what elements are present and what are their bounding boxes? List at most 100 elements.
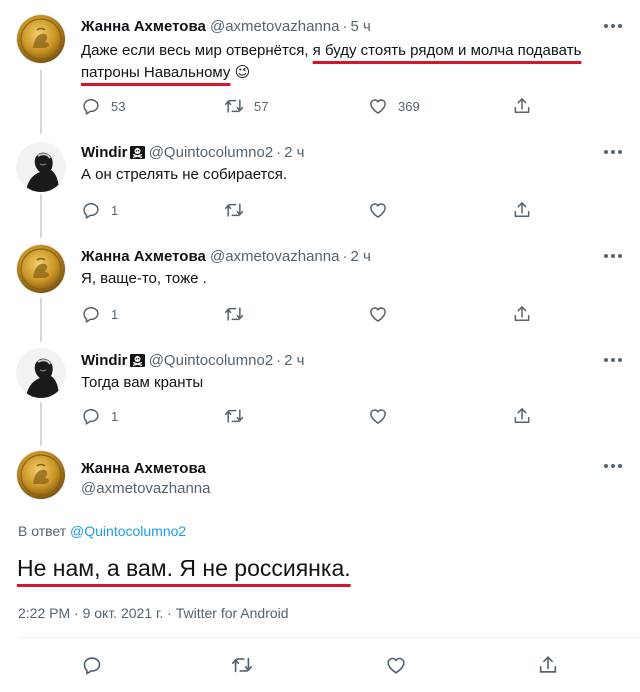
author-name[interactable]: Windir xyxy=(81,352,128,369)
avatar[interactable] xyxy=(16,14,66,64)
author-name[interactable]: Windir xyxy=(81,144,128,161)
reply-button[interactable]: 1 xyxy=(81,304,118,324)
reply-icon xyxy=(81,406,101,426)
author-handle[interactable]: @axmetovazhanna xyxy=(210,248,339,265)
share-button[interactable] xyxy=(512,406,532,426)
more-icon[interactable] xyxy=(604,150,622,156)
share-button[interactable] xyxy=(512,304,532,324)
heart-icon xyxy=(368,406,388,426)
author-handle[interactable]: @Quintocolumno2 xyxy=(149,144,273,161)
tweet-actions: 1 xyxy=(81,200,541,220)
like-button[interactable]: 369 xyxy=(368,96,420,116)
share-icon xyxy=(512,96,532,116)
more-icon[interactable] xyxy=(604,254,622,260)
main-tweet-text: Не нам, а вам. Я не россиянка. xyxy=(17,555,351,581)
retweet-button[interactable] xyxy=(231,654,253,676)
separator-dot: · xyxy=(342,18,348,35)
tweet-header: Жанна Ахметова @axmetovazhanna · 2 ч xyxy=(81,248,371,266)
retweet-icon xyxy=(224,96,244,116)
divider xyxy=(18,637,640,638)
like-button[interactable] xyxy=(368,406,388,426)
author-name[interactable]: Жанна Ахметова xyxy=(81,460,206,477)
retweet-button[interactable] xyxy=(224,406,244,426)
more-icon[interactable] xyxy=(604,24,622,30)
retweet-button[interactable] xyxy=(224,200,244,220)
tweet-time[interactable]: 2 ч xyxy=(284,144,304,161)
retweet-button[interactable] xyxy=(224,304,244,324)
reply-button[interactable]: 1 xyxy=(81,406,118,426)
tweet[interactable]: Windir @Quintocolumno2 · 2 ч А он стрелять… xyxy=(0,132,640,232)
tweet[interactable]: Windir @Quintocolumno2 · 2 ч Тогда вам кра… xyxy=(0,340,640,440)
tweet-text: А он стрелять не собирается. xyxy=(81,166,288,183)
tweet-actions: 53 57 369 xyxy=(81,96,541,116)
retweet-icon xyxy=(231,654,253,676)
tweet-header: Windir @Quintocolumno2 · 2 ч xyxy=(81,352,305,370)
tweet-actions: 1 xyxy=(81,406,541,426)
reply-count: 1 xyxy=(111,306,119,322)
author-name[interactable]: Жанна Ахметова xyxy=(81,18,206,35)
share-icon xyxy=(512,200,532,220)
author-handle[interactable]: @axmetovazhanna xyxy=(81,480,210,497)
share-button[interactable] xyxy=(537,654,559,676)
tweet-text: Даже если весь мир отвернётся, я буду ст… xyxy=(81,40,610,84)
like-button[interactable] xyxy=(368,200,388,220)
like-button[interactable] xyxy=(368,304,388,324)
tweet[interactable]: Жанна Ахметова @axmetovazhanna · 5 ч Даже … xyxy=(0,0,640,130)
wink-emoji: 😉 xyxy=(234,64,251,81)
tweet-header: Жанна Ахметова @axmetovazhanna · 5 ч xyxy=(81,18,371,36)
tweet-text-underlined: патроны Навальному xyxy=(81,64,231,81)
reply-button[interactable]: 53 xyxy=(81,96,125,116)
avatar[interactable] xyxy=(16,244,66,294)
reply-icon xyxy=(81,96,101,116)
reply-icon xyxy=(81,654,103,676)
reply-icon xyxy=(81,200,101,220)
skull-crossbones-icon xyxy=(130,354,145,367)
tweet-time[interactable]: 2 ч xyxy=(350,248,370,265)
retweet-icon xyxy=(224,304,244,324)
reply-count: 1 xyxy=(111,202,119,218)
tweet-text: Тогда вам кранты xyxy=(81,374,204,391)
heart-icon xyxy=(368,200,388,220)
reply-context: В ответ @Quintocolumno2 xyxy=(18,523,186,539)
main-tweet-actions xyxy=(0,654,640,678)
reply-button[interactable] xyxy=(81,654,103,676)
separator-dot: · xyxy=(276,144,282,161)
tweet-text-part: Даже если весь мир отвернётся, xyxy=(81,42,313,59)
reply-count: 53 xyxy=(111,98,126,114)
tweet-text: Я, ваще-то, тоже . xyxy=(81,270,207,287)
avatar[interactable] xyxy=(16,450,66,500)
tweet[interactable]: Жанна Ахметова @axmetovazhanna · 2 ч Я, ва… xyxy=(0,236,640,336)
retweet-count: 57 xyxy=(254,98,269,114)
like-button[interactable] xyxy=(385,654,407,676)
share-button[interactable] xyxy=(512,96,532,116)
avatar[interactable] xyxy=(16,348,66,398)
separator-dot: · xyxy=(342,248,348,265)
tweet-actions: 1 xyxy=(81,304,541,324)
more-icon[interactable] xyxy=(604,358,622,364)
share-icon xyxy=(537,654,559,676)
reply-icon xyxy=(81,304,101,324)
avatar[interactable] xyxy=(16,142,66,192)
share-button[interactable] xyxy=(512,200,532,220)
reply-button[interactable]: 1 xyxy=(81,200,118,220)
author-name[interactable]: Жанна Ахметова xyxy=(81,248,206,265)
retweet-icon xyxy=(224,200,244,220)
heart-icon xyxy=(368,304,388,324)
author-handle[interactable]: @Quintocolumno2 xyxy=(149,352,273,369)
retweet-button[interactable]: 57 xyxy=(224,96,268,116)
reply-to-link[interactable]: @Quintocolumno2 xyxy=(70,523,186,539)
reply-prefix: В ответ xyxy=(18,523,71,539)
heart-icon xyxy=(385,654,407,676)
tweet-time[interactable]: 2 ч xyxy=(284,352,304,369)
share-icon xyxy=(512,406,532,426)
tweet-time[interactable]: 5 ч xyxy=(350,18,370,35)
like-count: 369 xyxy=(398,98,420,114)
share-icon xyxy=(512,304,532,324)
author-handle[interactable]: @axmetovazhanna xyxy=(210,18,339,35)
reply-count: 1 xyxy=(111,408,119,424)
separator-dot: · xyxy=(276,352,282,369)
tweet-header: Windir @Quintocolumno2 · 2 ч xyxy=(81,144,305,162)
tweet-meta[interactable]: 2:22 PM · 9 окт. 2021 г. · Twitter for A… xyxy=(18,605,289,621)
more-icon[interactable] xyxy=(604,464,622,470)
heart-icon xyxy=(368,96,388,116)
